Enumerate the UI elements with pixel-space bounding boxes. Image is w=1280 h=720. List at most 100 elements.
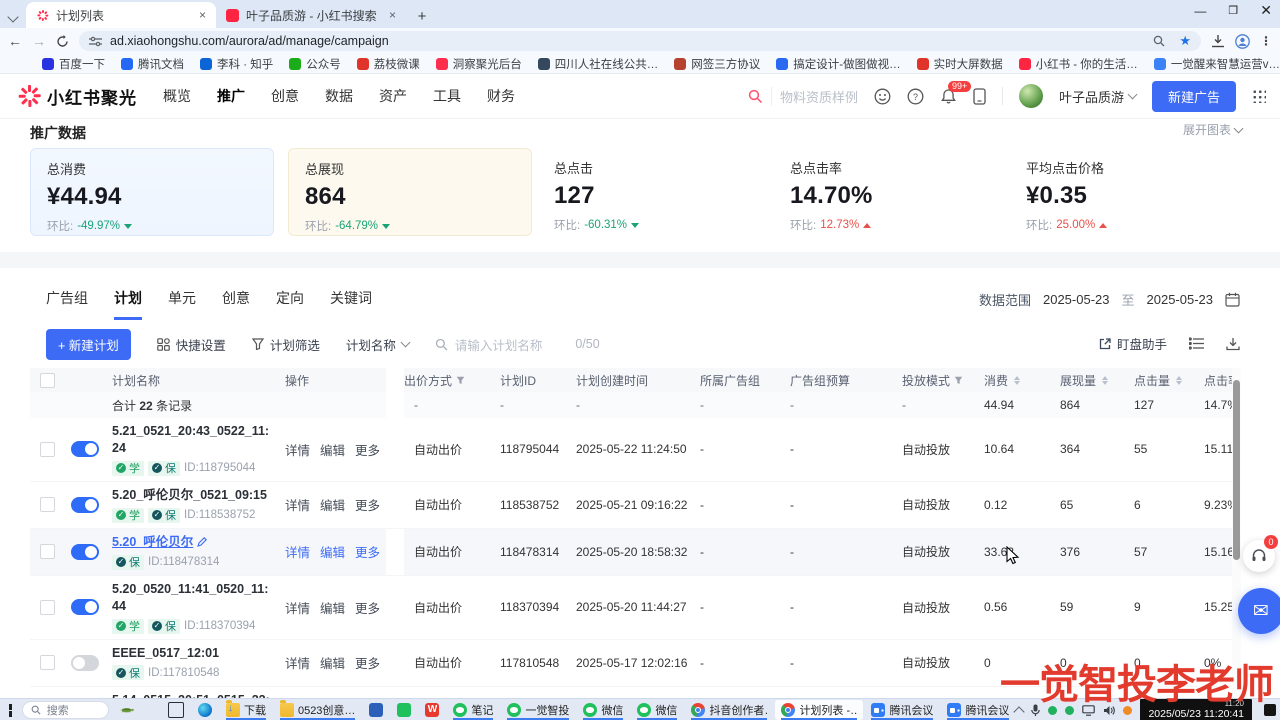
tab-定向[interactable]: 定向 bbox=[276, 288, 304, 320]
vertical-scrollbar[interactable] bbox=[1232, 368, 1241, 698]
row-checkbox[interactable] bbox=[40, 544, 55, 559]
browser-tab-active[interactable]: 计划列表 × bbox=[26, 2, 216, 28]
taskbar-item-笔记[interactable]: 笔记 bbox=[447, 700, 499, 720]
nav-item-概览[interactable]: 概览 bbox=[163, 86, 191, 106]
maximize-button[interactable]: ❐ bbox=[1228, 4, 1238, 17]
account-switcher[interactable]: 叶子品质游 bbox=[1059, 87, 1136, 106]
reload-icon[interactable] bbox=[56, 35, 69, 48]
quick-settings-button[interactable]: 快捷设置 bbox=[157, 335, 226, 354]
site-settings-icon[interactable] bbox=[89, 36, 102, 47]
row-action-详情[interactable]: 详情 bbox=[285, 598, 310, 617]
tab-广告组[interactable]: 广告组 bbox=[46, 288, 88, 320]
row-action-编辑[interactable]: 编辑 bbox=[320, 542, 345, 561]
taskbar-item[interactable] bbox=[162, 700, 190, 720]
feedback-smiley-icon[interactable] bbox=[874, 88, 891, 105]
select-all-checkbox[interactable] bbox=[40, 373, 55, 388]
plan-name[interactable]: 5.20_呼伦贝尔_0521_09:15 bbox=[112, 487, 270, 504]
row-action-编辑[interactable]: 编辑 bbox=[320, 440, 345, 459]
bookmark-item[interactable]: 搞定设计-做图做视… bbox=[776, 56, 900, 72]
row-checkbox[interactable] bbox=[40, 655, 55, 670]
bookmark-item[interactable]: 实时大屏数据 bbox=[917, 56, 1003, 72]
date-start[interactable]: 2025-05-23 bbox=[1043, 292, 1110, 307]
bookmark-item[interactable]: 李科 · 知乎 bbox=[200, 56, 273, 72]
search-field-select[interactable]: 计划名称 bbox=[346, 335, 409, 354]
bookmark-item[interactable]: 一觉醒来智慧运营v… bbox=[1154, 56, 1280, 72]
address-bar[interactable]: ad.xiaohongshu.com/aurora/ad/manage/camp… bbox=[79, 31, 1201, 51]
nav-item-推广[interactable]: 推广 bbox=[217, 86, 245, 106]
taskbar-item-微信[interactable]: 微信 bbox=[631, 700, 683, 720]
expand-chart-toggle[interactable]: 展开图表 bbox=[1183, 121, 1242, 138]
plan-name[interactable]: EEEE_0517_12:01 bbox=[112, 645, 270, 662]
row-action-更多[interactable]: 更多 bbox=[355, 542, 380, 561]
browser-tab[interactable]: 叶子品质游 - 小红书搜索 × bbox=[216, 2, 406, 28]
taskbar-item-抖音创作者…[interactable]: 抖音创作者… bbox=[685, 700, 773, 720]
browser-menu-icon[interactable]: ⋮ bbox=[1260, 34, 1272, 48]
row-checkbox[interactable] bbox=[40, 497, 55, 512]
taskbar-item[interactable] bbox=[192, 700, 218, 720]
message-button[interactable]: ✉ bbox=[1238, 588, 1280, 634]
nav-item-数据[interactable]: 数据 bbox=[325, 86, 353, 106]
notifications-bell-icon[interactable]: 99+ bbox=[940, 88, 957, 105]
bookmark-item[interactable]: 腾讯文档 bbox=[121, 56, 184, 72]
windows-start-icon[interactable] bbox=[9, 704, 12, 717]
row-action-更多[interactable]: 更多 bbox=[355, 495, 380, 514]
plan-name[interactable]: 5.20_呼伦贝尔 bbox=[112, 534, 207, 551]
row-action-详情[interactable]: 详情 bbox=[285, 542, 310, 561]
minimize-button[interactable]: — bbox=[1194, 4, 1206, 18]
nav-item-财务[interactable]: 财务 bbox=[487, 86, 515, 106]
tab-close-icon[interactable]: × bbox=[199, 8, 206, 22]
help-icon[interactable]: ? bbox=[907, 88, 924, 105]
monitor-assistant-link[interactable]: 盯盘助手 bbox=[1099, 334, 1167, 353]
row-action-详情[interactable]: 详情 bbox=[285, 495, 310, 514]
row-action-编辑[interactable]: 编辑 bbox=[320, 495, 345, 514]
nav-item-工具[interactable]: 工具 bbox=[433, 86, 461, 106]
sort-icon[interactable] bbox=[1014, 376, 1020, 385]
plan-search-input[interactable]: 请输入计划名称 0/50 bbox=[435, 335, 600, 354]
row-checkbox[interactable] bbox=[40, 600, 55, 615]
sort-icon[interactable] bbox=[1102, 376, 1108, 385]
row-action-详情[interactable]: 详情 bbox=[285, 440, 310, 459]
bookmark-item[interactable]: 百度一下 bbox=[42, 56, 105, 72]
download-icon[interactable] bbox=[1226, 337, 1240, 351]
back-icon[interactable]: ← bbox=[8, 33, 22, 49]
scrollbar-thumb[interactable] bbox=[1233, 380, 1240, 560]
plan-status-toggle[interactable] bbox=[71, 497, 99, 513]
row-action-详情[interactable]: 详情 bbox=[285, 653, 310, 672]
tab-close-icon[interactable]: × bbox=[389, 8, 396, 22]
new-ad-button[interactable]: 新建广告 bbox=[1152, 81, 1236, 112]
plan-name[interactable]: 5.20_0520_11:41_0520_11:44 bbox=[112, 581, 270, 615]
new-tab-button[interactable]: + bbox=[410, 4, 434, 28]
row-action-更多[interactable]: 更多 bbox=[355, 598, 380, 617]
plan-status-toggle[interactable] bbox=[71, 655, 99, 671]
tab-创意[interactable]: 创意 bbox=[222, 288, 250, 320]
taskbar-item-一觉智投[interactable]: 一觉智投 bbox=[501, 700, 575, 720]
tab-计划[interactable]: 计划 bbox=[114, 288, 142, 320]
plan-status-toggle[interactable] bbox=[71, 544, 99, 560]
filter-icon[interactable] bbox=[456, 376, 465, 385]
zoom-icon[interactable] bbox=[1153, 35, 1165, 47]
profile-icon[interactable] bbox=[1235, 34, 1250, 49]
bookmark-item[interactable]: 四川人社在线公共… bbox=[538, 56, 659, 72]
plan-filter-button[interactable]: 计划筛选 bbox=[252, 335, 320, 354]
plan-status-toggle[interactable] bbox=[71, 441, 99, 457]
bookmark-item[interactable]: 洞察聚光后台 bbox=[436, 56, 522, 72]
header-search[interactable]: 物料资质样例 bbox=[748, 87, 858, 106]
taskbar-item-计划列表 -…[interactable]: 计划列表 -… bbox=[775, 700, 863, 720]
bookmark-item[interactable]: 公众号 bbox=[289, 56, 341, 72]
row-action-更多[interactable]: 更多 bbox=[355, 653, 380, 672]
taskbar-item-0523创意…[interactable]: 0523创意… bbox=[274, 700, 361, 720]
date-range[interactable]: 数据范围 2025-05-23 至 2025-05-23 bbox=[979, 290, 1240, 309]
forward-icon[interactable]: → bbox=[32, 33, 46, 49]
tab-单元[interactable]: 单元 bbox=[168, 288, 196, 320]
new-plan-button[interactable]: + 新建计划 bbox=[46, 329, 131, 360]
close-button[interactable]: ✕ bbox=[1260, 2, 1272, 19]
date-end[interactable]: 2025-05-23 bbox=[1147, 292, 1214, 307]
customer-service-button[interactable]: 0 bbox=[1243, 540, 1275, 572]
mobile-preview-icon[interactable] bbox=[973, 88, 986, 105]
column-settings-icon[interactable] bbox=[1189, 337, 1204, 350]
taskbar-item-腾讯会议[interactable]: 腾讯会议 bbox=[865, 700, 939, 720]
plan-status-toggle[interactable] bbox=[71, 599, 99, 615]
taskbar-item[interactable] bbox=[363, 700, 389, 720]
calendar-icon[interactable] bbox=[1225, 292, 1240, 307]
apps-launcher-icon[interactable] bbox=[1252, 89, 1266, 103]
